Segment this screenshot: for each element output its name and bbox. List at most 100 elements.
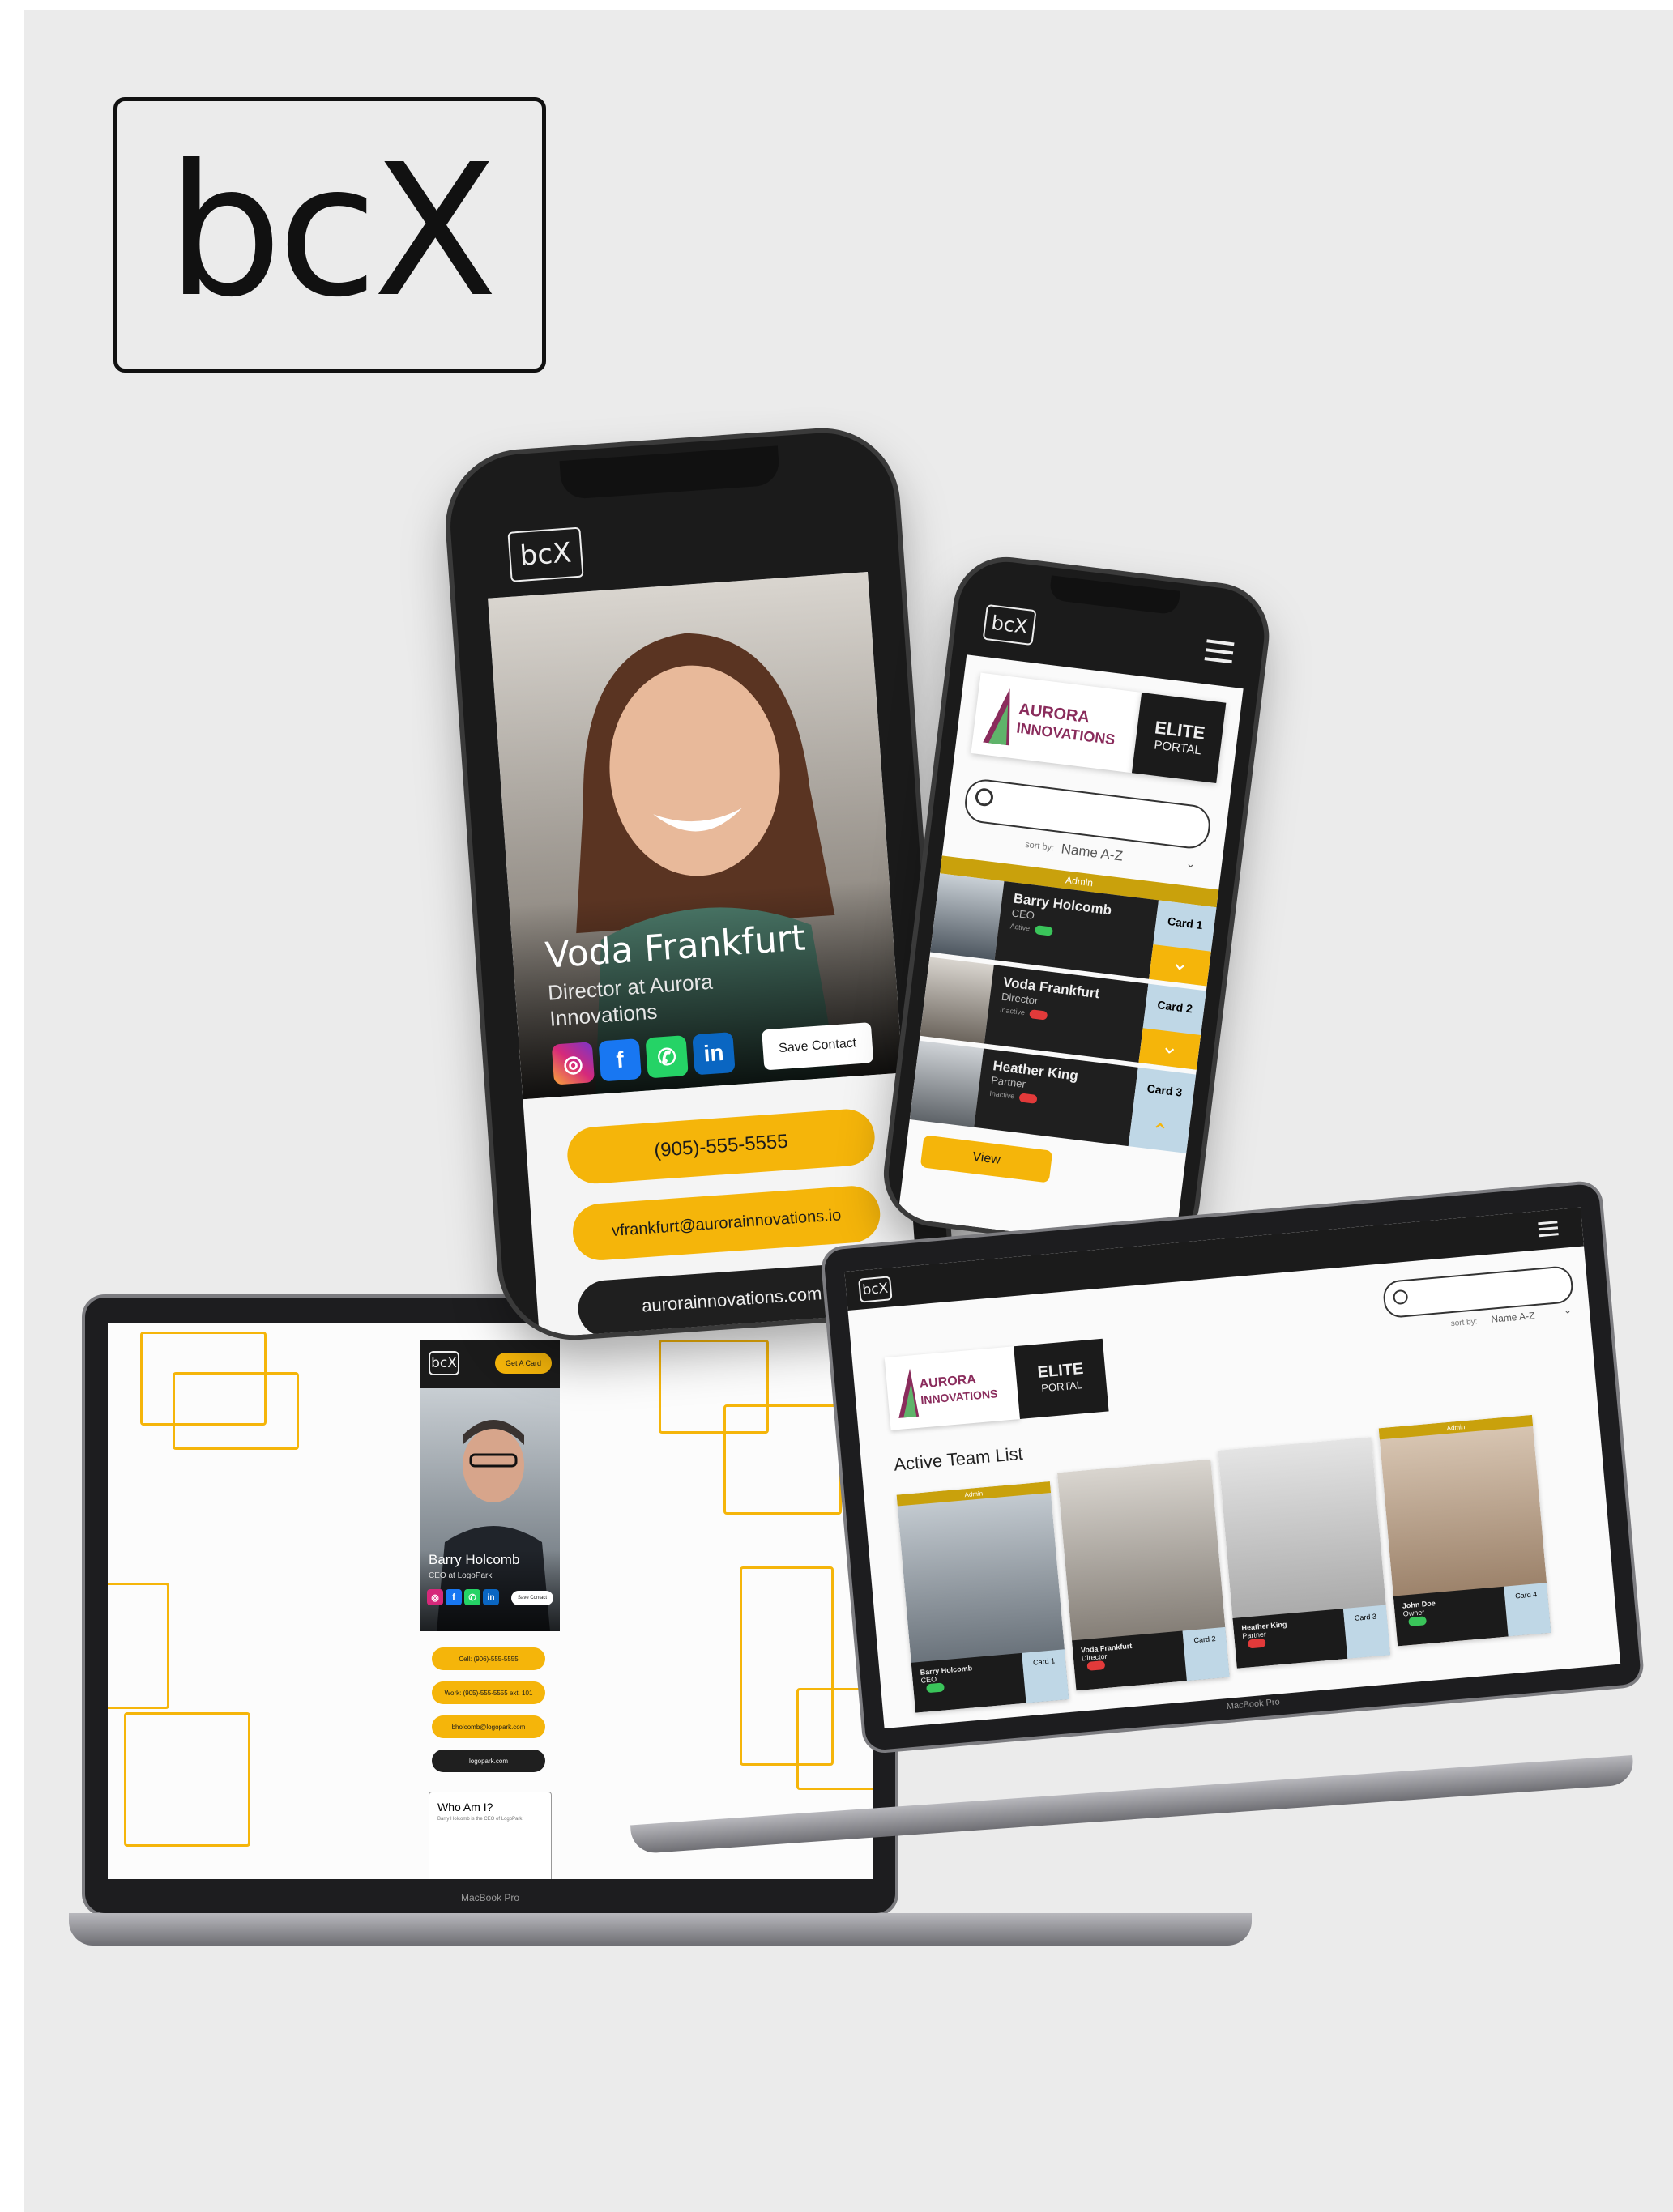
phone-portal-logo: bcX [982,603,1037,646]
phone-notch [559,445,781,501]
portal-logo: bcX [858,1276,893,1303]
deco-outline [124,1712,250,1847]
sort-select[interactable]: Name A-Z [1061,841,1124,864]
laptop-right: bcX sort by: Name A-Z ⌄ AURORA INNOVATIO… [822,1183,1642,1751]
inactive-toggle[interactable] [1086,1660,1106,1672]
active-toggle[interactable] [926,1682,945,1694]
chevron-down-icon[interactable]: ⌄ [1563,1304,1572,1316]
linkedin-icon[interactable]: in [483,1589,499,1605]
deco-outline [723,1404,842,1515]
team-list-title: Active Team List [893,1443,1024,1475]
hamburger-icon[interactable] [1538,1221,1559,1238]
member-card-tag[interactable]: Card 3 ⌃ [1128,1067,1197,1153]
about-text: Barry Holcomb is the CEO of LogoPark. [437,1817,524,1822]
facebook-icon[interactable]: f [446,1589,462,1605]
team-card[interactable]: Admin Barry Holcomb CEO Card 1 [896,1481,1069,1713]
canvas: bcX bcX Get A Card Barry Holcomb CEO at … [24,10,1673,2212]
about-title: Who Am I? [437,1801,493,1813]
brand-logo: bcX [113,97,546,373]
phone-notch [1048,575,1180,616]
search-icon [1392,1289,1409,1306]
sort-label: sort by: [1450,1317,1478,1329]
active-toggle[interactable] [1034,925,1053,936]
instagram-icon[interactable]: ◎ [427,1589,443,1605]
member-status: Inactive [999,1005,1026,1017]
phone-portal: bcX AURORA INNOVATIONS ELITE PORTAL sort… [883,556,1270,1254]
website-button[interactable]: logopark.com [432,1750,545,1772]
laptop-left-screen: bcX Get A Card Barry Holcomb CEO at Logo… [108,1323,873,1879]
view-button[interactable]: View [920,1135,1053,1183]
deco-outline [173,1372,299,1450]
member-avatar [920,957,994,1044]
card-title: CEO at LogoPark [429,1571,493,1580]
search-input[interactable] [962,777,1213,851]
active-toggle[interactable] [1408,1616,1428,1627]
aurora-mark-icon [898,1368,920,1419]
phone-profile-logo: bcX [507,526,584,582]
member-avatar [930,873,1005,961]
team-card-tag[interactable]: Card 3 [1342,1605,1391,1659]
company-logo: AURORA INNOVATIONS [884,1346,1020,1430]
member-status: Inactive [988,1089,1015,1101]
save-contact-button[interactable]: Save Contact [511,1591,553,1605]
chevron-down-icon[interactable]: ⌄ [1149,944,1211,987]
facebook-icon[interactable]: f [598,1038,642,1082]
member-card-label: Card 2 [1193,1634,1216,1645]
sort-select[interactable]: Name A-Z [1491,1310,1535,1325]
inactive-toggle[interactable] [1247,1638,1266,1649]
inactive-toggle[interactable] [1029,1009,1048,1021]
member-card-label: Card 1 [1167,914,1204,932]
team-card-tag[interactable]: Card 1 [1021,1649,1069,1703]
member-card-label: Card 1 [1032,1656,1056,1667]
chevron-down-icon[interactable]: ⌄ [1138,1028,1201,1070]
search-input[interactable] [1381,1264,1575,1319]
team-card[interactable]: Voda Frankfurt Director Card 2 [1056,1459,1230,1691]
save-contact-button[interactable]: Save Contact [762,1022,874,1071]
member-card-tag[interactable]: Card 2 ⌄ [1138,983,1206,1070]
card-socials: ◎ f ✆ in [427,1589,499,1605]
get-card-button[interactable]: Get A Card [495,1353,552,1374]
phone-profile-screen: Voda Frankfurt Director at Aurora Innova… [488,571,920,1338]
cell-button[interactable]: Cell: (906)-555-5555 [432,1647,545,1670]
search-icon [974,786,995,808]
team-card-info: Voda Frankfurt Director [1072,1630,1187,1691]
team-card-info: John Doe Owner [1393,1586,1509,1647]
member-status: Active [1009,922,1031,933]
member-card-label: Card 3 [1354,1612,1377,1622]
hamburger-icon[interactable] [1204,639,1235,664]
deco-outline [108,1583,169,1709]
linkedin-icon[interactable]: in [692,1032,736,1076]
card-logo: bcX [429,1351,459,1375]
member-card-label: Card 3 [1146,1081,1184,1099]
laptop-left-model: MacBook Pro [460,1892,520,1903]
team-card-tag[interactable]: Card 2 [1182,1626,1230,1681]
work-button[interactable]: Work: (905)-555-5555 ext. 101 [432,1681,545,1704]
team-card[interactable]: Heather King Partner Card 3 [1218,1437,1391,1669]
phone-profile: bcX Voda Frankfurt Director at Aurora In… [446,428,952,1340]
card-photo: Barry Holcomb CEO at LogoPark ◎ f ✆ in S… [420,1388,560,1631]
aurora-mark-icon [983,688,1010,746]
member-list: Admin Barry Holcomb CEO Active Card 1 ⌄ [901,855,1219,1227]
whatsapp-icon[interactable]: ✆ [645,1035,689,1079]
member-card-tag[interactable]: Card 1 ⌄ [1149,900,1217,987]
phone-button[interactable]: (905)-555-5555 [565,1107,877,1186]
team-card[interactable]: Admin John Doe Owner Card 4 [1378,1414,1551,1647]
card-header: bcX Get A Card [420,1340,560,1388]
instagram-icon[interactable]: ◎ [551,1042,595,1085]
email-button[interactable]: bholcomb@logopark.com [432,1715,545,1738]
brand-logo-text: bcX [166,125,498,338]
chevron-down-icon[interactable]: ⌄ [1185,856,1197,871]
chevron-up-icon[interactable]: ⌃ [1129,1111,1191,1153]
whatsapp-icon[interactable]: ✆ [464,1589,480,1605]
sort-label: sort by: [1024,839,1055,854]
member-card-label: Card 2 [1156,998,1193,1016]
deco-outline [796,1688,873,1790]
inactive-toggle[interactable] [1018,1093,1038,1105]
team-card-info: Heather King Partner [1232,1609,1348,1669]
team-card-tag[interactable]: Card 4 [1504,1583,1551,1637]
card-name: Barry Holcomb [429,1552,520,1567]
company-logo: AURORA INNOVATIONS [971,672,1142,774]
elite-portal-badge: ELITE PORTAL [1131,692,1227,784]
laptop-right-screen: bcX sort by: Name A-Z ⌄ AURORA INNOVATIO… [844,1207,1621,1729]
member-info: Voda Frankfurt Director Inactive [984,965,1149,1063]
